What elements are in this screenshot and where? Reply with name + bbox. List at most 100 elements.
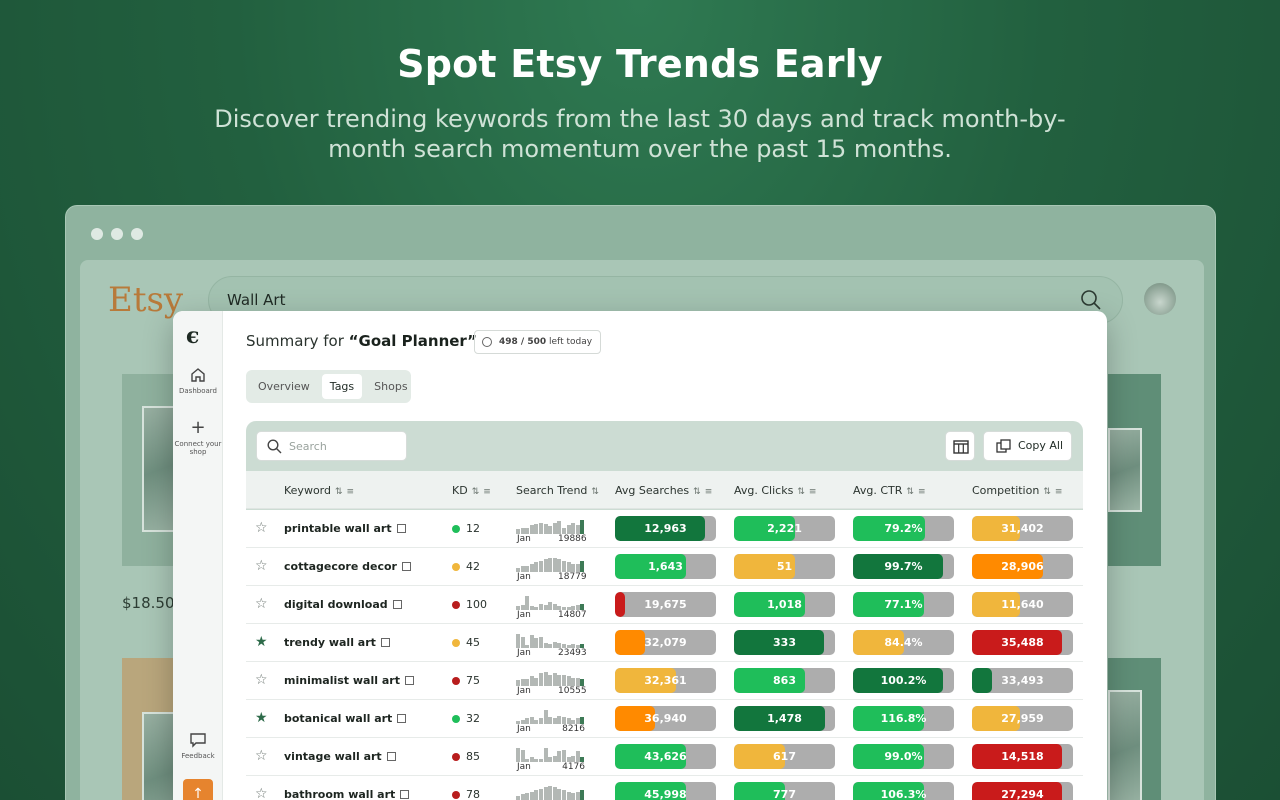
arrow-up-icon: ↑: [192, 786, 204, 800]
copy-icon[interactable]: [400, 790, 410, 799]
table-row[interactable]: ★ botanical wall art 32 Jan 8216 36,940 1,478 1…: [246, 700, 1083, 738]
trend-sparkline[interactable]: [516, 554, 588, 572]
column-header-competition[interactable]: Competition ⇅ ≡: [972, 484, 1062, 497]
trend-bar: [534, 524, 539, 534]
sidebar-item-feedback[interactable]: Feedback: [173, 731, 223, 760]
copy-icon[interactable]: [386, 752, 396, 761]
table-header: Keyword ⇅ ≡ KD ⇅ ≡ Search Trend ⇅ Avg Searche…: [246, 471, 1083, 509]
tab-shops[interactable]: Shops: [366, 374, 415, 399]
copy-icon[interactable]: [404, 676, 414, 685]
column-header-kd[interactable]: KD ⇅ ≡: [452, 484, 491, 497]
trend-total: 4176: [562, 762, 585, 772]
trend-bar: [552, 523, 557, 534]
star-outline-icon[interactable]: ☆: [255, 597, 268, 611]
keyword-cell[interactable]: trendy wall art: [284, 636, 390, 649]
trend-bar: [571, 793, 576, 800]
column-header-avg-ctr[interactable]: Avg. CTR ⇅ ≡: [853, 484, 926, 497]
window-dot-icon[interactable]: [111, 228, 123, 240]
column-header-avg-searches[interactable]: Avg Searches ⇅ ≡: [615, 484, 712, 497]
window-dot-icon[interactable]: [131, 228, 143, 240]
kd-status-dot: [452, 525, 460, 533]
ctr-value: 99.0%: [884, 750, 923, 763]
filter-icon: ≡: [704, 487, 713, 497]
trend-bar: [534, 678, 539, 686]
table-row[interactable]: ★ trendy wall art 45 Jan 23493 32,079 333 84.4%…: [246, 624, 1083, 662]
trend-sparkline[interactable]: [516, 592, 588, 610]
searches-value: 19,675: [644, 598, 687, 611]
chat-icon: [190, 733, 206, 748]
copy-icon[interactable]: [396, 524, 406, 533]
searches-value: 1,643: [648, 560, 683, 573]
keyword-cell[interactable]: bathroom wall art: [284, 788, 410, 800]
copy-icon[interactable]: [401, 562, 411, 571]
searches-value: 45,998: [644, 788, 687, 800]
search-placeholder: Search: [289, 440, 327, 453]
sidebar-item-dashboard[interactable]: Dashboard: [173, 366, 223, 395]
extension-logo[interactable]: ϵ: [186, 323, 199, 349]
tab-bar: Overview Tags Shops: [246, 370, 411, 403]
star-outline-icon[interactable]: ☆: [255, 749, 268, 763]
keyword-cell[interactable]: cottagecore decor: [284, 560, 411, 573]
copy-icon[interactable]: [392, 600, 402, 609]
star-outline-icon[interactable]: ☆: [255, 521, 268, 535]
column-header-search-trend[interactable]: Search Trend ⇅: [516, 484, 599, 497]
trend-bar: [557, 559, 562, 572]
star-outline-icon[interactable]: ☆: [255, 559, 268, 573]
table-row[interactable]: ☆ digital download 100 Jan 14807 19,675 1,018 7…: [246, 586, 1083, 624]
star-outline-icon[interactable]: ☆: [255, 673, 268, 687]
table-row[interactable]: ☆ cottagecore decor 42 Jan 18779 1,643 51 99.7%…: [246, 548, 1083, 586]
trend-bar: [571, 523, 576, 534]
trend-sparkline[interactable]: [516, 706, 588, 724]
trend-sparkline[interactable]: [516, 744, 588, 762]
trend-sparkline[interactable]: [516, 516, 588, 534]
table-row[interactable]: ☆bathroom wall art78Jan45,998777106.3%27…: [246, 776, 1083, 800]
window-dot-icon[interactable]: [91, 228, 103, 240]
filter-icon: ≡: [917, 487, 926, 497]
column-header-keyword[interactable]: Keyword ⇅ ≡: [284, 484, 354, 497]
tab-overview[interactable]: Overview: [250, 374, 318, 399]
clicks-value: 777: [773, 788, 796, 800]
avatar[interactable]: [1144, 283, 1176, 315]
trend-bar: [534, 638, 539, 648]
scroll-up-button[interactable]: ↑: [183, 779, 213, 800]
star-filled-icon[interactable]: ★: [255, 635, 268, 649]
table-search-input[interactable]: Search: [256, 431, 407, 461]
trend-bar: [525, 596, 530, 610]
keyword-cell[interactable]: vintage wall art: [284, 750, 396, 763]
copy-icon[interactable]: [397, 714, 407, 723]
keyword-cell[interactable]: printable wall art: [284, 522, 406, 535]
columns-button[interactable]: [945, 431, 975, 461]
table-row[interactable]: ☆ minimalist wall art 75 Jan 10555 32,361 863 1…: [246, 662, 1083, 700]
competition-value: 28,906: [1001, 560, 1044, 573]
product-card[interactable]: [1108, 374, 1161, 566]
star-outline-icon[interactable]: ☆: [255, 787, 268, 800]
column-header-avg-clicks[interactable]: Avg. Clicks ⇅ ≡: [734, 484, 816, 497]
trend-bar: [529, 792, 534, 800]
trend-bar: [539, 523, 543, 534]
sidebar-item-connect[interactable]: + Connect your shop: [173, 419, 223, 457]
quota-badge: 498 / 500 left today: [474, 330, 602, 354]
copy-icon[interactable]: [380, 638, 390, 647]
clicks-bar: 2,221: [734, 516, 835, 541]
trend-bar: [557, 716, 562, 724]
trend-sparkline[interactable]: [516, 630, 588, 648]
trend-bar: [566, 792, 571, 800]
keyword-cell[interactable]: botanical wall art: [284, 712, 407, 725]
keyword-cell[interactable]: digital download: [284, 598, 402, 611]
trend-bar: [529, 717, 534, 724]
keyword-cell[interactable]: minimalist wall art: [284, 674, 414, 687]
summary-title: Summary for “Goal Planner”: [246, 332, 477, 350]
trend-sparkline[interactable]: [516, 668, 588, 686]
product-card[interactable]: [1108, 658, 1161, 800]
ctr-bar: 100.2%: [853, 668, 954, 693]
copy-all-button[interactable]: Copy All: [983, 431, 1072, 461]
table-row[interactable]: ☆ vintage wall art 85 Jan 4176 43,626 617 99.0%…: [246, 738, 1083, 776]
clicks-bar: 51: [734, 554, 835, 579]
table-row[interactable]: ☆ printable wall art 12 Jan 19886 12,963 2,221…: [246, 510, 1083, 548]
etsy-logo[interactable]: Etsy: [108, 280, 183, 320]
filter-icon: ≡: [346, 487, 355, 497]
tab-tags[interactable]: Tags: [321, 374, 363, 399]
search-icon[interactable]: [1080, 289, 1102, 311]
star-filled-icon[interactable]: ★: [255, 711, 268, 725]
trend-sparkline[interactable]: [516, 782, 588, 800]
